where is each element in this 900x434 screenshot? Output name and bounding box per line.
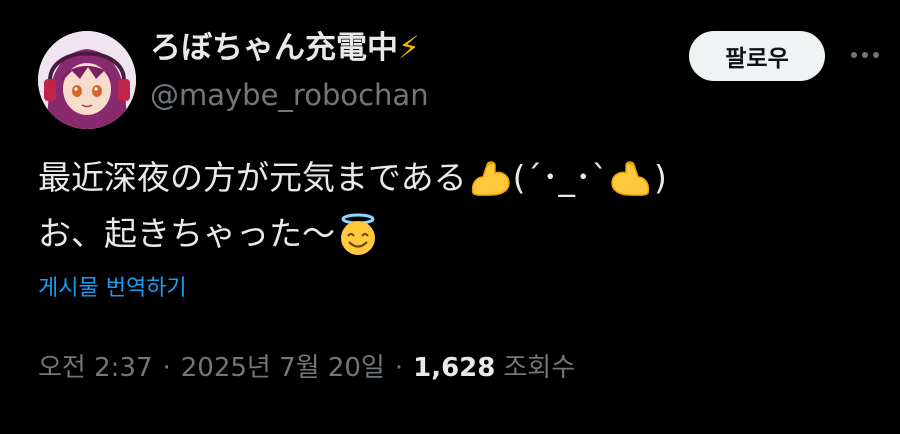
more-options-button[interactable] bbox=[845, 40, 885, 70]
tweet-text-segment: 最近深夜の方が元気まである bbox=[38, 158, 467, 197]
smiling-face-with-halo-icon bbox=[335, 211, 381, 257]
flexed-biceps-icon bbox=[608, 155, 654, 201]
tweet-card: ろぼちゃん充電中⚡ @maybe_robochan 팔로우 最近深夜の方が元気ま… bbox=[0, 0, 900, 434]
tweet-text: 最近深夜の方が元気まである (´･_･` ) お、起きちゃった〜 bbox=[38, 150, 878, 262]
follow-button[interactable]: 팔로우 bbox=[689, 31, 825, 81]
tweet-text-face: (´･_･` bbox=[512, 158, 609, 197]
tweet-text-close: ) bbox=[654, 158, 667, 197]
translate-post-link[interactable]: 게시물 번역하기 bbox=[38, 274, 187, 304]
display-name-text: ろぼちゃん充電中 bbox=[150, 30, 398, 66]
tweet-text-line-2: お、起きちゃった〜 bbox=[38, 206, 878, 262]
author-handle[interactable]: @maybe_robochan bbox=[150, 76, 429, 114]
tweet-time[interactable]: 오전 2:37 bbox=[38, 350, 153, 386]
avatar[interactable] bbox=[38, 31, 136, 129]
tweet-date[interactable]: 2025년 7월 20일 bbox=[181, 350, 385, 386]
tweet-text-line-1: 最近深夜の方が元気まである (´･_･` ) bbox=[38, 150, 878, 206]
meta-separator: · bbox=[394, 353, 404, 383]
more-horizontal-icon bbox=[873, 52, 879, 58]
flexed-biceps-icon bbox=[467, 155, 513, 201]
lightning-icon: ⚡ bbox=[398, 30, 420, 66]
tweet-text-segment: お、起きちゃった〜 bbox=[38, 214, 335, 253]
views-label: 조회수 bbox=[503, 353, 576, 383]
avatar-image bbox=[38, 31, 136, 129]
tweet-meta: 오전 2:37 · 2025년 7월 20일 · 1,628 조회수 bbox=[38, 350, 575, 386]
meta-separator: · bbox=[162, 353, 171, 383]
more-horizontal-icon bbox=[851, 52, 857, 58]
more-horizontal-icon bbox=[862, 52, 868, 58]
views-count: 1,628 bbox=[413, 353, 496, 383]
author-display-name[interactable]: ろぼちゃん充電中⚡ bbox=[150, 28, 420, 68]
